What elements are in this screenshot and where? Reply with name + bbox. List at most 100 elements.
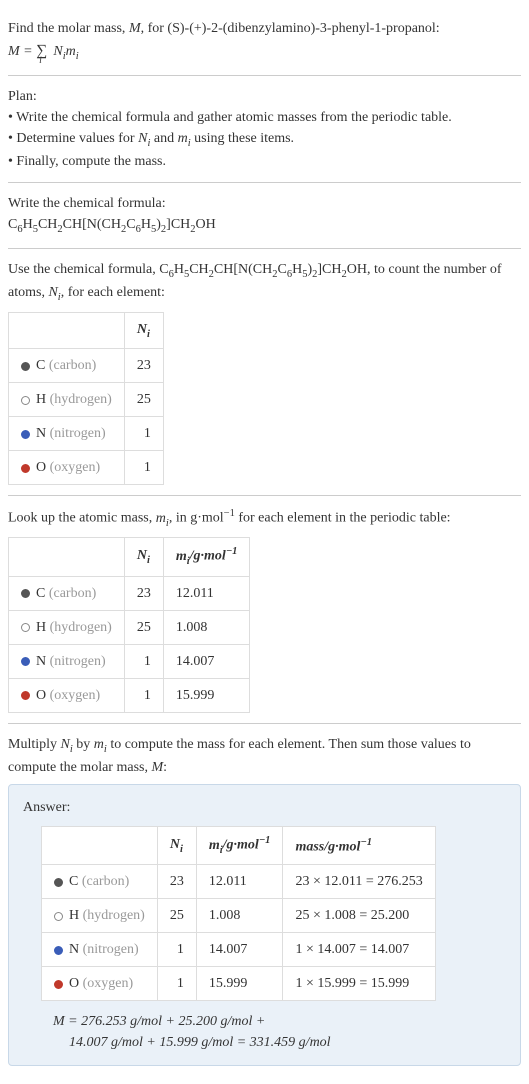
- count-text: Use the chemical formula, C6H5CH2CH[N(CH…: [8, 259, 521, 306]
- count-Ni: Ni: [48, 285, 60, 300]
- mass-table: Ni mi/g·mol−1 C (carbon)2312.011 H (hydr…: [8, 537, 250, 712]
- mass-mid: , in g·mol: [169, 511, 224, 526]
- table-row: C (carbon)2312.01123 × 12.011 = 276.253: [42, 865, 436, 899]
- element-cell: O (oxygen): [9, 451, 125, 485]
- mass-exp: −1: [224, 508, 235, 519]
- multiply-text: Multiply Ni by mi to compute the mass fo…: [8, 734, 521, 779]
- m-value: 1.008: [163, 610, 250, 644]
- table-header-row: Ni: [9, 312, 164, 349]
- bullet-icon: [21, 430, 30, 439]
- element-name: (carbon): [82, 874, 129, 889]
- m-value: 12.011: [163, 576, 250, 610]
- element-symbol: N: [69, 942, 79, 957]
- element-name: (oxygen): [83, 976, 134, 991]
- m-value: 15.999: [163, 678, 250, 712]
- formula-M: M: [8, 44, 20, 59]
- answer-table: Ni mi/g·mol−1 mass/g·mol−1 C (carbon)231…: [41, 826, 436, 1001]
- header-blank: [42, 827, 158, 865]
- bullet-icon: [54, 946, 63, 955]
- bullet-icon: [21, 464, 30, 473]
- element-name: (nitrogen): [50, 426, 106, 441]
- plan-item: Determine values for Ni and mi using the…: [8, 128, 521, 152]
- element-cell: N (nitrogen): [9, 644, 125, 678]
- molar-mass-formula: M = ∑i Nimi: [8, 39, 521, 65]
- mult-mi: mi: [94, 737, 107, 752]
- header-mi: mi/g·mol−1: [196, 827, 283, 865]
- mass-text: Look up the atomic mass, mi, in g·mol−1 …: [8, 506, 521, 531]
- table-row: H (hydrogen)251.00825 × 1.008 = 25.200: [42, 899, 436, 933]
- element-symbol: O: [69, 976, 79, 991]
- n-value: 1: [124, 417, 163, 451]
- header-blank: [9, 538, 125, 576]
- header-blank: [9, 312, 125, 349]
- n-value: 23: [157, 865, 196, 899]
- intro-prefix: Find the molar mass,: [8, 21, 129, 36]
- n-value: 1: [157, 967, 196, 1001]
- table-row: H (hydrogen)25: [9, 383, 164, 417]
- count-prefix: Use the chemical formula,: [8, 262, 159, 277]
- element-name: (carbon): [49, 586, 96, 601]
- element-cell: H (hydrogen): [9, 383, 125, 417]
- count-formula: C6H5CH2CH[N(CH2C6H5)2]CH2OH: [159, 262, 367, 277]
- n-value: 1: [124, 678, 163, 712]
- n-value: 25: [124, 610, 163, 644]
- bullet-icon: [21, 362, 30, 371]
- element-symbol: H: [36, 392, 46, 407]
- table-row: N (nitrogen)1: [9, 417, 164, 451]
- final-line2: 14.007 g/mol + 15.999 g/mol = 331.459 g/…: [53, 1032, 506, 1053]
- header-Ni: Ni: [124, 538, 163, 576]
- n-value: 23: [124, 576, 163, 610]
- element-name: (carbon): [49, 358, 96, 373]
- intro-section: Find the molar mass, M, for (S)-(+)-2-(d…: [8, 8, 521, 76]
- mass-suffix: for each element in the periodic table:: [235, 511, 451, 526]
- answer-box: Answer: Ni mi/g·mol−1 mass/g·mol−1 C (ca…: [8, 784, 521, 1066]
- m-value: 14.007: [163, 644, 250, 678]
- element-symbol: N: [36, 654, 46, 669]
- header-Ni: Ni: [124, 312, 163, 349]
- mult-M: M: [151, 760, 163, 775]
- bullet-icon: [21, 396, 30, 405]
- header-mi: mi/g·mol−1: [163, 538, 250, 576]
- element-name: (hydrogen): [50, 620, 112, 635]
- element-symbol: O: [36, 460, 46, 475]
- formula-mi: mi: [66, 44, 79, 59]
- element-symbol: C: [36, 358, 45, 373]
- answer-title: Answer:: [23, 797, 506, 818]
- plan-item: Finally, compute the mass.: [8, 151, 521, 172]
- table-row: O (oxygen)1: [9, 451, 164, 485]
- element-name: (oxygen): [50, 688, 101, 703]
- mass-value: 1 × 14.007 = 14.007: [283, 933, 435, 967]
- mult-colon: :: [163, 760, 167, 775]
- element-symbol: H: [69, 908, 79, 923]
- mult-by: by: [73, 737, 94, 752]
- element-name: (oxygen): [50, 460, 101, 475]
- mass-prefix: Look up the atomic mass,: [8, 511, 156, 526]
- n-value: 1: [157, 933, 196, 967]
- element-cell: C (carbon): [9, 576, 125, 610]
- table-row: N (nitrogen)114.0071 × 14.007 = 14.007: [42, 933, 436, 967]
- plan-item: Write the chemical formula and gather at…: [8, 107, 521, 128]
- table-header-row: Ni mi/g·mol−1 mass/g·mol−1: [42, 827, 436, 865]
- count-table: Ni C (carbon)23 H (hydrogen)25 N (nitrog…: [8, 312, 164, 486]
- bullet-icon: [54, 878, 63, 887]
- bullet-icon: [54, 912, 63, 921]
- intro-M: M: [129, 21, 141, 36]
- count-suffix: , for each element:: [61, 285, 165, 300]
- table-row: H (hydrogen)251.008: [9, 610, 250, 644]
- element-cell: H (hydrogen): [9, 610, 125, 644]
- element-cell: H (hydrogen): [42, 899, 158, 933]
- n-value: 25: [157, 899, 196, 933]
- element-symbol: C: [36, 586, 45, 601]
- count-section: Use the chemical formula, C6H5CH2CH[N(CH…: [8, 249, 521, 497]
- write-formula-section: Write the chemical formula: C6H5CH2CH[N(…: [8, 183, 521, 249]
- header-mass: mass/g·mol−1: [283, 827, 435, 865]
- element-name: (hydrogen): [83, 908, 145, 923]
- table-row: O (oxygen)115.999: [9, 678, 250, 712]
- write-formula-title: Write the chemical formula:: [8, 193, 521, 214]
- m-value: 12.011: [196, 865, 283, 899]
- table-row: N (nitrogen)114.007: [9, 644, 250, 678]
- element-symbol: H: [36, 620, 46, 635]
- table-header-row: Ni mi/g·mol−1: [9, 538, 250, 576]
- element-cell: O (oxygen): [9, 678, 125, 712]
- element-name: (hydrogen): [50, 392, 112, 407]
